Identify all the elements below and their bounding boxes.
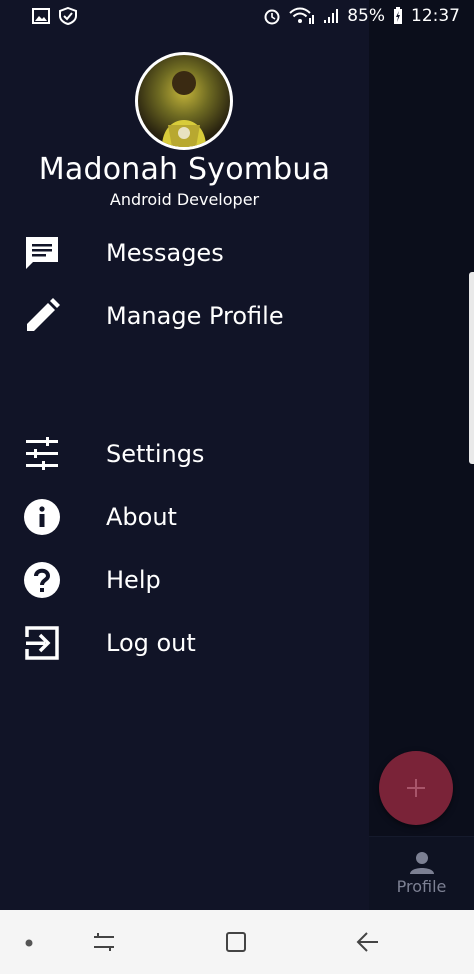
status-bar: 85% 12:37	[0, 0, 474, 32]
plus-icon	[407, 779, 425, 797]
menu-item-messages[interactable]: Messages	[0, 225, 369, 281]
menu-item-label: Log out	[106, 629, 196, 657]
menu-item-about[interactable]: About	[0, 489, 369, 545]
menu-item-label: About	[106, 503, 177, 531]
avatar[interactable]	[135, 52, 233, 150]
edge-panel-handle[interactable]	[469, 272, 474, 464]
alarm-icon	[264, 9, 280, 25]
tune-icon	[22, 434, 62, 474]
dot-icon	[25, 939, 33, 947]
message-icon	[22, 233, 62, 273]
battery-percent: 85%	[347, 6, 385, 26]
add-fab-button[interactable]	[379, 751, 453, 825]
menu-item-settings[interactable]: Settings	[0, 426, 369, 482]
menu-item-label: Settings	[106, 440, 205, 468]
system-navigation-bar	[0, 910, 474, 974]
info-icon	[22, 497, 62, 537]
wifi-icon	[289, 7, 315, 24]
user-name: Madonah Syombua	[38, 152, 331, 187]
home-button[interactable]	[225, 930, 247, 954]
back-button[interactable]	[356, 931, 380, 953]
menu-item-log-out[interactable]: Log out	[0, 615, 369, 671]
logout-icon	[22, 623, 62, 663]
menu-item-manage-profile[interactable]: Manage Profile	[0, 288, 369, 344]
vpn-shield-icon	[59, 7, 77, 25]
gallery-icon	[32, 8, 50, 24]
bottom-nav-profile[interactable]: Profile	[369, 838, 474, 908]
battery-charging-icon	[394, 7, 402, 24]
navigation-drawer: Madonah Syombua Android Developer Messag…	[0, 0, 369, 910]
user-role: Android Developer	[109, 190, 260, 209]
profile-photo	[162, 71, 206, 147]
person-icon	[409, 851, 434, 874]
bottom-nav-profile-label: Profile	[396, 876, 447, 896]
menu-item-label: Messages	[106, 239, 224, 267]
menu-item-label: Help	[106, 566, 161, 594]
menu-item-help[interactable]: Help	[0, 552, 369, 608]
help-icon	[22, 560, 62, 600]
signal-icon	[324, 9, 339, 23]
recents-button[interactable]	[92, 931, 116, 953]
menu-item-label: Manage Profile	[106, 302, 284, 330]
clock: 12:37	[411, 6, 460, 26]
pencil-icon	[22, 296, 62, 336]
